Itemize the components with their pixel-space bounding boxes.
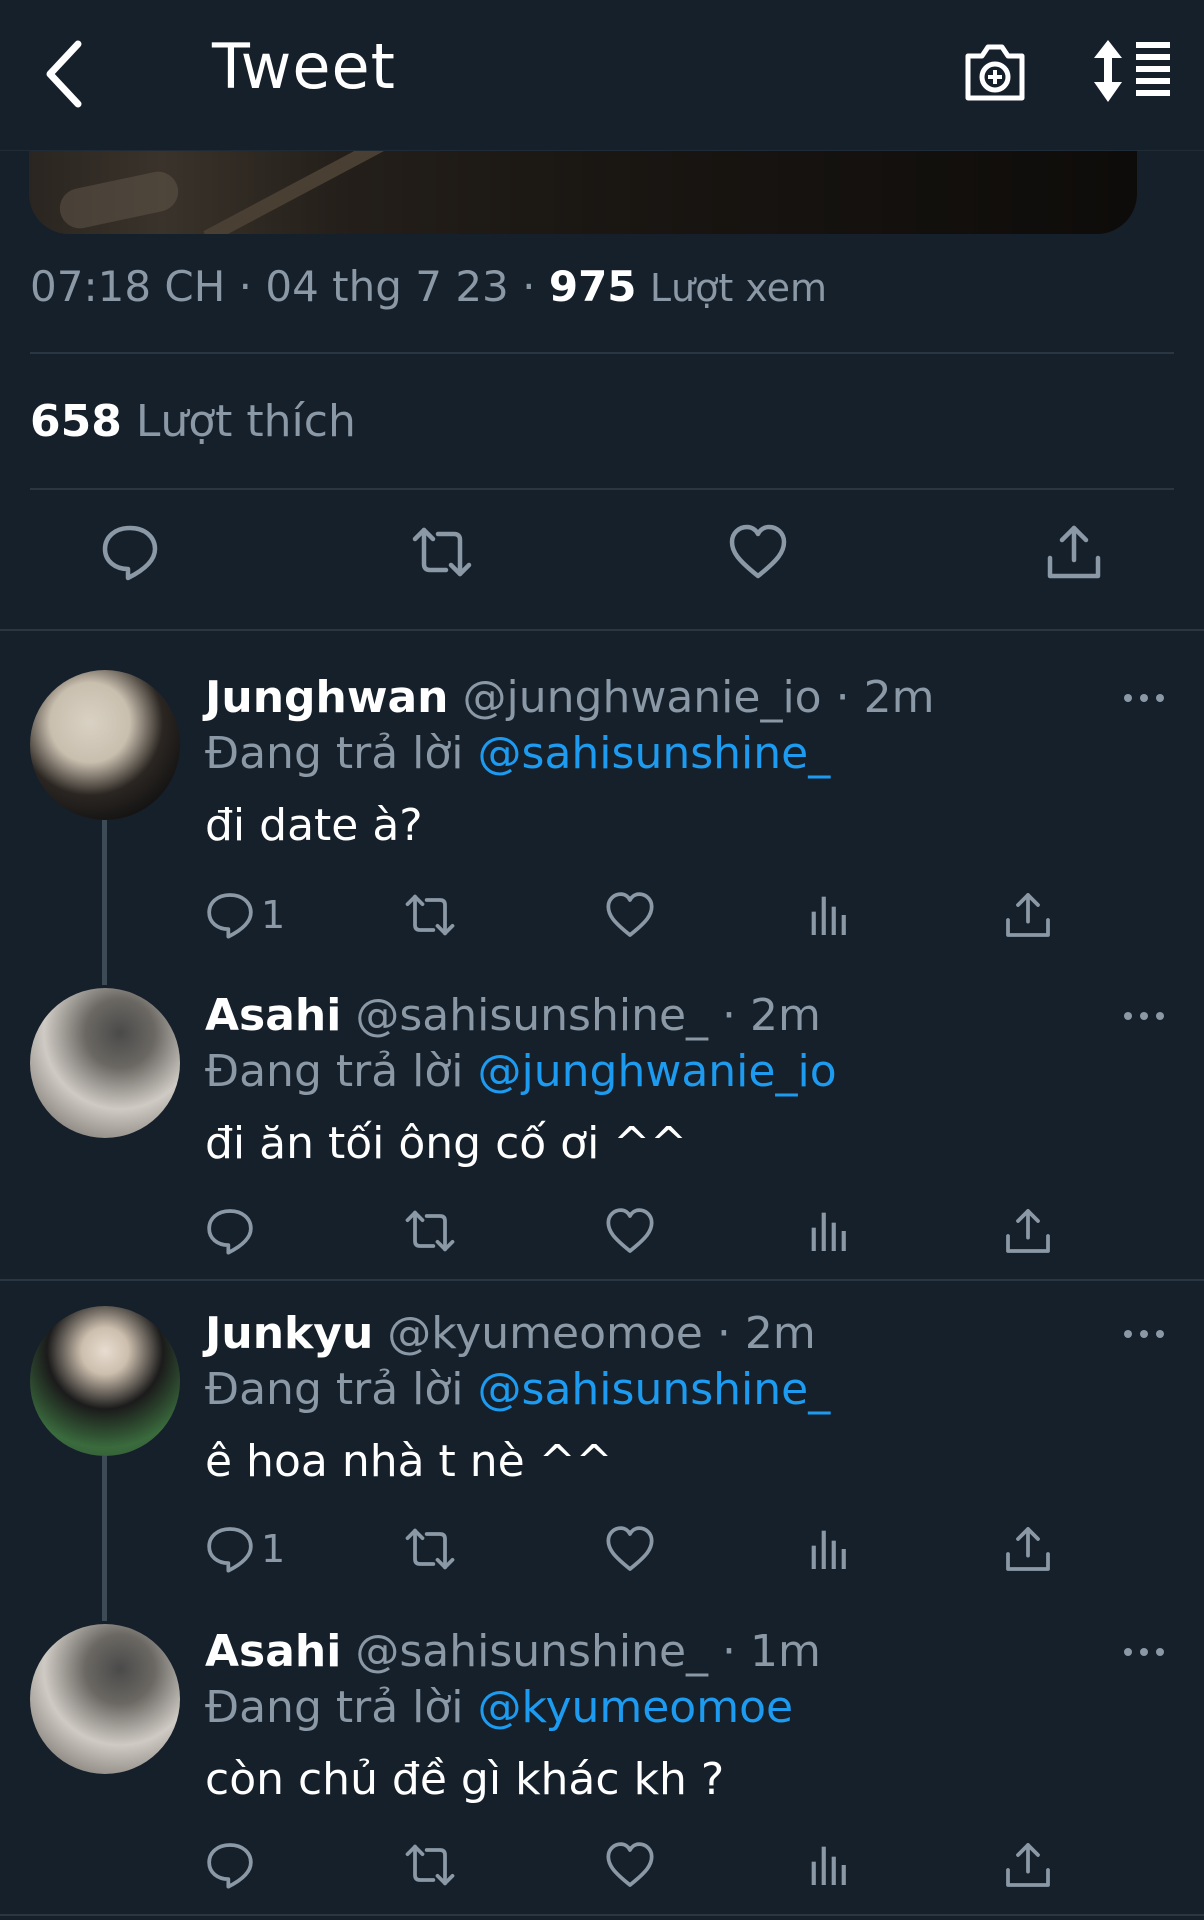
- avatar[interactable]: [30, 1624, 180, 1774]
- retweet-icon: [405, 1844, 455, 1886]
- retweet-button[interactable]: [405, 890, 455, 940]
- like-button[interactable]: [605, 1206, 655, 1256]
- reply-action-bar: [0, 1840, 1204, 1900]
- share-icon: [1006, 1209, 1050, 1253]
- avatar[interactable]: [30, 988, 180, 1138]
- page-title: Tweet: [212, 30, 396, 103]
- mention-link[interactable]: @kyumeomoe: [478, 1682, 794, 1733]
- user-name[interactable]: Junkyu: [205, 1308, 373, 1359]
- retweet-button[interactable]: [405, 1206, 455, 1256]
- user-name[interactable]: Junghwan: [205, 672, 449, 723]
- reply-icon: [207, 1527, 253, 1573]
- reply-count: 1: [261, 1527, 286, 1571]
- analytics-icon: [811, 1212, 846, 1251]
- analytics-icon: [811, 896, 846, 935]
- user-handle[interactable]: @junghwanie_io: [463, 672, 822, 723]
- user-name[interactable]: Asahi: [205, 1626, 341, 1677]
- more-options-icon[interactable]: [1122, 1642, 1166, 1662]
- view-count: 975: [548, 262, 637, 311]
- reply-icon[interactable]: [100, 522, 160, 582]
- retweet-icon: [405, 894, 455, 936]
- user-handle[interactable]: @kyumeomoe: [387, 1308, 703, 1359]
- reply-button[interactable]: 1: [205, 890, 285, 940]
- reply-button[interactable]: 1: [205, 1524, 285, 1574]
- like-button[interactable]: [605, 1524, 655, 1574]
- share-icon[interactable]: [1044, 522, 1104, 582]
- user-handle[interactable]: @sahisunshine_: [355, 1626, 708, 1677]
- retweet-icon[interactable]: [412, 522, 472, 582]
- heart-icon: [606, 892, 654, 937]
- more-options-icon[interactable]: [1122, 1006, 1166, 1026]
- top-bar: Tweet: [0, 0, 1204, 151]
- share-button[interactable]: [1003, 1206, 1053, 1256]
- mention-link[interactable]: @sahisunshine_: [478, 1364, 831, 1415]
- tweet-timestamp: 07:18 CH · 04 thg 7 23 · 975 Lượt xem: [30, 262, 828, 311]
- like-count-link[interactable]: 658 Lượt thích: [30, 396, 356, 447]
- replying-to: Đang trả lời @junghwanie_io: [205, 1046, 837, 1097]
- reply-button[interactable]: [205, 1206, 261, 1256]
- analytics-icon: [811, 1530, 846, 1569]
- share-button[interactable]: [1003, 1840, 1053, 1890]
- replying-to: Đang trả lời @kyumeomoe: [205, 1682, 794, 1733]
- analytics-icon: [811, 1846, 846, 1885]
- more-options-icon[interactable]: [1122, 688, 1166, 708]
- like-button[interactable]: [605, 890, 655, 940]
- divider: [0, 629, 1204, 631]
- camera-plus-icon[interactable]: [960, 36, 1030, 106]
- share-icon: [1006, 893, 1050, 937]
- user-name[interactable]: Asahi: [205, 990, 341, 1041]
- like-button[interactable]: [605, 1840, 655, 1890]
- heart-icon: [606, 1208, 654, 1253]
- more-options-icon[interactable]: [1122, 1324, 1166, 1344]
- reply-action-bar: [0, 1206, 1204, 1266]
- reply-icon: [207, 1843, 253, 1889]
- views-button[interactable]: [805, 1524, 855, 1574]
- reply-action-bar: 1: [0, 890, 1204, 950]
- replying-to: Đang trả lời @sahisunshine_: [205, 728, 831, 779]
- reply-header: Junghwan @junghwanie_io · 2m: [205, 672, 935, 723]
- tweet-action-bar: [0, 522, 1204, 598]
- reply-action-bar: 1: [0, 1524, 1204, 1584]
- views-button[interactable]: [805, 1840, 855, 1890]
- views-button[interactable]: [805, 890, 855, 940]
- heart-icon[interactable]: [728, 522, 788, 582]
- retweet-button[interactable]: [405, 1840, 455, 1890]
- reply-text: còn chủ đề gì khác kh ?: [205, 1754, 725, 1805]
- reply-icon: [207, 1209, 253, 1255]
- back-arrow-icon[interactable]: [38, 34, 118, 114]
- divider: [30, 488, 1174, 490]
- avatar[interactable]: [30, 670, 180, 820]
- heart-icon: [606, 1842, 654, 1887]
- retweet-button[interactable]: [405, 1524, 455, 1574]
- divider: [30, 352, 1174, 354]
- replying-to: Đang trả lời @sahisunshine_: [205, 1364, 831, 1415]
- divider: [0, 1914, 1204, 1916]
- sort-toggle-icon[interactable]: [1094, 36, 1172, 106]
- share-button[interactable]: [1003, 1524, 1053, 1574]
- reply-header: Asahi @sahisunshine_ · 2m: [205, 990, 821, 1041]
- reply-header: Asahi @sahisunshine_ · 1m: [205, 1626, 821, 1677]
- reply-text: ê hoa nhà t nè ^^: [205, 1436, 613, 1487]
- reply-text: đi ăn tối ông cố ơi ^^: [205, 1118, 688, 1169]
- views-button[interactable]: [805, 1206, 855, 1256]
- user-handle[interactable]: @sahisunshine_: [355, 990, 708, 1041]
- share-icon: [1006, 1843, 1050, 1887]
- mention-link[interactable]: @sahisunshine_: [478, 728, 831, 779]
- avatar[interactable]: [30, 1306, 180, 1456]
- share-icon: [1006, 1527, 1050, 1571]
- reply-icon: [207, 893, 253, 939]
- mention-link[interactable]: @junghwanie_io: [478, 1046, 837, 1097]
- reply-count: 1: [261, 893, 286, 937]
- share-button[interactable]: [1003, 890, 1053, 940]
- reply-button[interactable]: [205, 1840, 261, 1890]
- heart-icon: [606, 1526, 654, 1571]
- retweet-icon: [405, 1210, 455, 1252]
- retweet-icon: [405, 1528, 455, 1570]
- reply-header: Junkyu @kyumeomoe · 2m: [205, 1308, 816, 1359]
- divider: [0, 1279, 1204, 1281]
- reply-text: đi date à?: [205, 800, 423, 851]
